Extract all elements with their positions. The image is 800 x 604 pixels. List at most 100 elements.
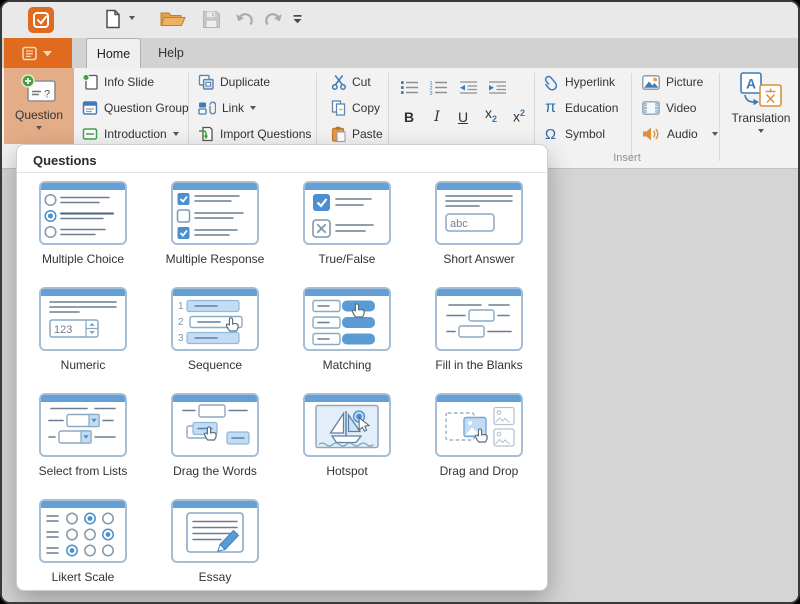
customize-quick-access-button[interactable] (292, 14, 303, 25)
question-type-drag-and-drop[interactable] (435, 393, 523, 457)
question-type-matching[interactable] (303, 287, 391, 351)
question-card-label: Multiple Choice (41, 252, 125, 266)
subscript-button[interactable]: x2 (480, 104, 502, 124)
education-label: Education (565, 101, 619, 115)
import-questions-button[interactable]: Import Questions (198, 123, 311, 145)
video-label: Video (666, 101, 697, 115)
info-slide-button[interactable]: Info Slide (82, 71, 154, 93)
likert-scale-illustration (46, 512, 114, 557)
panel-divider (17, 172, 547, 173)
underline-label: U (457, 109, 469, 125)
question-type-multiple-response[interactable] (171, 181, 259, 245)
tab-home[interactable]: Home (86, 38, 141, 68)
video-button[interactable]: Video (642, 97, 696, 119)
group-separator (631, 73, 632, 161)
question-button-label: Question (14, 108, 64, 122)
increase-indent-button[interactable] (488, 76, 507, 98)
undo-button[interactable] (234, 11, 255, 28)
audio-label: Audio (667, 127, 698, 141)
redo-icon (265, 13, 282, 26)
education-button[interactable]: π Education (542, 97, 618, 119)
subscript-digit: 2 (491, 114, 497, 124)
ribbon-tab-bar: Home Help (2, 38, 798, 68)
question-card-label: Drag and Drop (439, 464, 519, 478)
introduction-icon (82, 128, 98, 140)
copy-button[interactable]: Copy (331, 97, 380, 119)
omega-icon: Ω (544, 125, 557, 143)
decrease-indent-button[interactable] (459, 76, 478, 98)
question-type-hotspot[interactable] (303, 393, 391, 457)
question-type-select-from-lists[interactable] (39, 393, 127, 457)
new-document-icon (106, 9, 120, 29)
card-header-bar (173, 501, 257, 508)
bold-button[interactable]: B (398, 104, 420, 124)
sequence-number-1: 1 (178, 301, 184, 312)
copy-label: Copy (352, 101, 381, 115)
short-answer-abc-text: abc (450, 218, 468, 230)
chevron-down-icon (711, 132, 718, 136)
open-button[interactable] (160, 10, 186, 28)
question-type-fill-in-the-blanks[interactable] (435, 287, 523, 351)
new-document-button[interactable] (104, 9, 122, 29)
question-group-button[interactable]: Question Group (82, 97, 189, 119)
duplicate-icon (198, 74, 214, 90)
italic-button[interactable]: I (426, 104, 448, 124)
redo-button[interactable] (263, 11, 284, 28)
audio-button[interactable]: Audio (642, 123, 718, 145)
question-card-label: True/False (318, 252, 376, 266)
question-button[interactable]: ? Question (4, 68, 74, 144)
add-question-icon: ? (21, 74, 56, 102)
question-type-short-answer[interactable]: abc (435, 181, 523, 245)
duplicate-button[interactable]: Duplicate (198, 71, 270, 93)
question-type-sequence[interactable]: 1 2 3 (171, 287, 259, 351)
multiple-choice-illustration (44, 193, 114, 239)
subscript-base: x (484, 105, 492, 122)
drag-and-drop-illustration (445, 406, 515, 447)
question-card-label: Multiple Response (165, 252, 265, 266)
superscript-button[interactable]: x2 (508, 104, 530, 124)
pi-icon: π (544, 99, 557, 116)
info-slide-label: Info Slide (104, 75, 155, 89)
question-type-multiple-choice[interactable] (39, 181, 127, 245)
question-type-essay[interactable] (171, 499, 259, 563)
card-header-bar (437, 395, 521, 402)
duplicate-label: Duplicate (220, 75, 271, 89)
paste-button[interactable]: Paste (331, 123, 383, 145)
question-card-label: Likert Scale (51, 570, 115, 584)
numbered-list-button[interactable]: 123 (429, 76, 448, 98)
translation-label: Translation (731, 111, 791, 125)
increase-indent-icon (489, 80, 506, 94)
card-header-bar (437, 289, 521, 296)
paste-label: Paste (352, 127, 383, 141)
question-type-likert-scale[interactable] (39, 499, 127, 563)
question-type-true-false[interactable] (303, 181, 391, 245)
save-button[interactable] (202, 10, 221, 29)
symbol-label: Symbol (565, 127, 606, 141)
chevron-down-icon (129, 16, 135, 20)
translation-button[interactable]: A Translation (724, 68, 798, 144)
underline-button[interactable]: U (452, 104, 474, 124)
symbol-button[interactable]: Ω Symbol (542, 123, 605, 145)
question-card-label: Matching (322, 358, 372, 372)
question-type-drag-the-words[interactable] (171, 393, 259, 457)
decrease-indent-icon (460, 80, 477, 94)
cut-button[interactable]: Cut (332, 71, 371, 93)
picture-button[interactable]: Picture (642, 71, 703, 93)
link-button[interactable]: Link (198, 97, 257, 119)
question-group-icon (82, 101, 98, 115)
superscript-digit: 2 (519, 108, 525, 119)
hotspot-illustration (315, 404, 379, 449)
question-type-numeric[interactable]: 123 (39, 287, 127, 351)
italic-label: I (434, 109, 440, 125)
introduction-button[interactable]: Introduction (82, 123, 179, 145)
app-logo-icon (28, 7, 54, 33)
bullet-list-button[interactable] (400, 76, 419, 98)
short-answer-illustration: abc (445, 195, 513, 232)
chevron-down-icon (250, 106, 257, 110)
question-card-label: Select from Lists (38, 464, 128, 478)
chevron-down-icon (758, 129, 764, 133)
tab-help[interactable]: Help (146, 38, 196, 68)
new-document-dropdown[interactable] (129, 16, 135, 20)
file-menu-button[interactable] (4, 38, 72, 68)
hyperlink-button[interactable]: Hyperlink (542, 71, 615, 93)
